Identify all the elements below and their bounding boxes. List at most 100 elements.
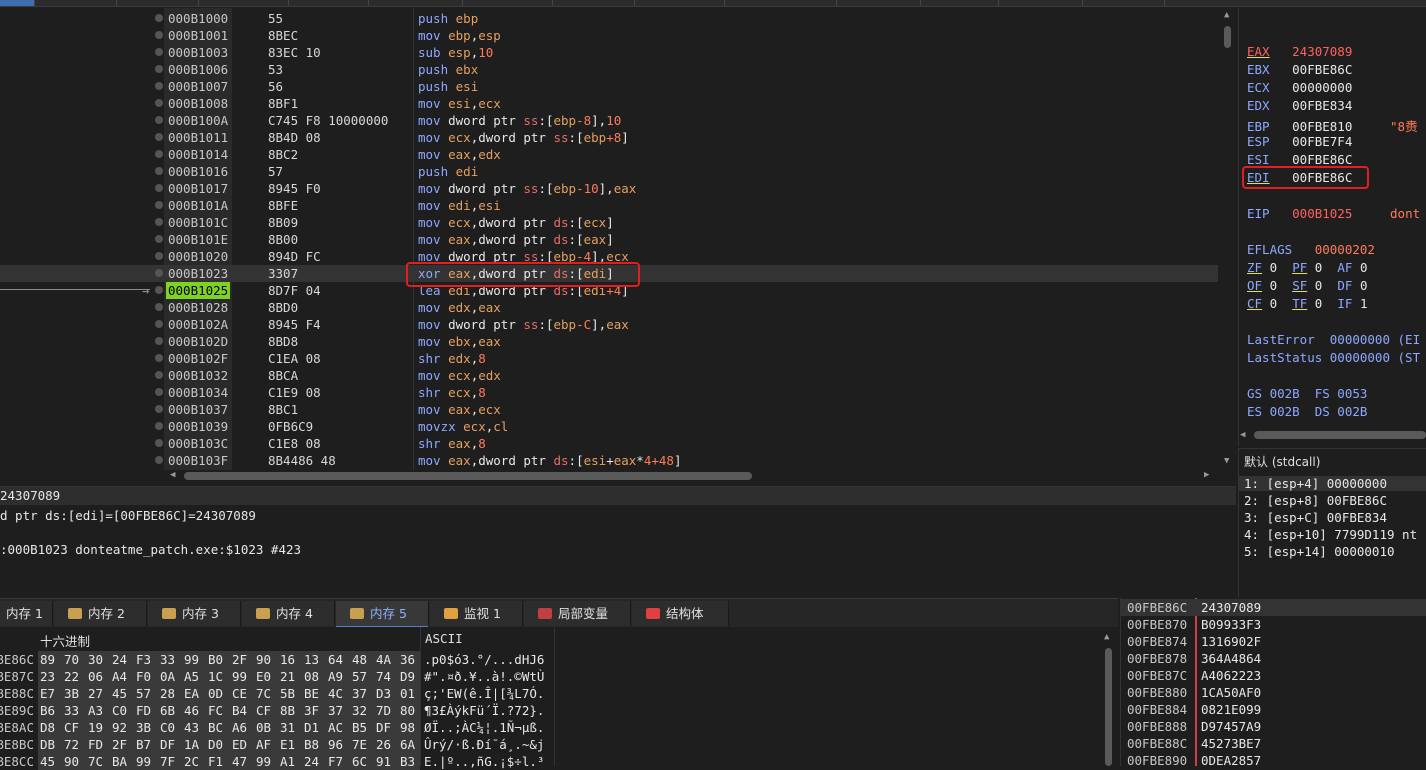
dump-vertical-scrollbar[interactable]: ▲ xyxy=(1104,630,1114,766)
tab-locals-7[interactable]: 局部变量 xyxy=(524,601,631,626)
tab-strip-segment[interactable] xyxy=(836,0,921,6)
dump-row[interactable]: BE8CC 45 90 7C BA 99 7F 2C F1 47 99 A1 24 F7 6C 91 B3 E.|… xyxy=(0,753,1100,770)
disasm-row[interactable]: 000B102F C1EA 08 shr edx,8 xyxy=(0,350,1218,367)
hex-byte[interactable]: 89 xyxy=(40,651,55,668)
breakpoint-dot-icon[interactable] xyxy=(155,252,163,260)
flag-value[interactable]: 0 xyxy=(1315,296,1323,311)
dump-hex-bytes[interactable]: 45 90 7C BA 99 7F 2C F1 47 99 A1 24 F7 6C 91 B3 xyxy=(38,753,420,770)
breakpoint-dot-icon[interactable] xyxy=(155,184,163,192)
stack-value[interactable]: D97457A9 xyxy=(1201,718,1261,735)
hex-byte[interactable]: CF xyxy=(64,719,79,736)
hex-byte[interactable]: EA xyxy=(184,685,199,702)
stack-row[interactable]: 00FBE878 364A4864 xyxy=(1121,650,1426,667)
breakpoint-dot-icon[interactable] xyxy=(155,371,163,379)
tab-strip-segment[interactable] xyxy=(552,0,635,6)
stack-value[interactable]: 1CA50AF0 xyxy=(1201,684,1261,701)
breakpoint-dot-icon[interactable] xyxy=(155,99,163,107)
hex-byte[interactable]: F1 xyxy=(208,753,223,770)
tab-strip-segment[interactable] xyxy=(198,0,289,6)
hex-byte[interactable]: B0 xyxy=(208,651,223,668)
breakpoint-dot-icon[interactable] xyxy=(155,14,163,22)
register-value-edx[interactable]: 00FBE834 xyxy=(1292,98,1352,113)
tab-strip-segment[interactable] xyxy=(116,0,199,6)
call-argument-row[interactable]: 2: [esp+8] 00FBE86C xyxy=(1244,493,1387,508)
disasm-row[interactable]: 000B102D 8BD8 mov ebx,eax xyxy=(0,333,1218,350)
hex-byte[interactable]: 90 xyxy=(64,753,79,770)
hex-byte[interactable]: 48 xyxy=(352,651,367,668)
hex-byte[interactable]: 80 xyxy=(400,702,415,719)
hex-byte[interactable]: BE xyxy=(304,685,319,702)
flag-value[interactable]: 0 xyxy=(1270,278,1278,293)
breakpoint-dot-icon[interactable] xyxy=(155,31,163,39)
hex-byte[interactable]: 91 xyxy=(376,753,391,770)
hex-byte[interactable]: 32 xyxy=(352,702,367,719)
hex-byte[interactable]: A1 xyxy=(280,753,295,770)
hex-byte[interactable]: 6B xyxy=(160,702,175,719)
tab-memory-5[interactable]: 内存 5 xyxy=(336,601,429,628)
tab-memory-3[interactable]: 内存 3 xyxy=(148,601,241,626)
tab-strip-segment[interactable] xyxy=(1082,0,1165,6)
tab-strip-segment[interactable] xyxy=(462,0,553,6)
hex-byte[interactable]: 24 xyxy=(112,651,127,668)
segment-registers-line-2[interactable]: ES 002B DS 002B xyxy=(1247,404,1367,419)
breakpoint-dot-icon[interactable] xyxy=(155,354,163,362)
breakpoint-dot-icon[interactable] xyxy=(155,150,163,158)
disasm-row[interactable]: 000B101C 8B09 mov ecx,dword ptr ds:[ecx] xyxy=(0,214,1218,231)
register-value-esi[interactable]: 00FBE86C xyxy=(1292,152,1352,167)
register-value-eip[interactable]: 000B1025 xyxy=(1292,206,1352,221)
calling-convention-label[interactable]: 默认 (stdcall) xyxy=(1244,453,1320,470)
stack-row[interactable]: 00FBE86C 24307089 xyxy=(1121,599,1426,616)
hex-byte[interactable]: 26 xyxy=(376,736,391,753)
disasm-row[interactable]: 000B1006 53 push ebx xyxy=(0,61,1218,78)
disassembly-view[interactable]: → 000B1000 55 push ebp 000B1001 8BEC mov ebp,… xyxy=(0,8,1218,470)
hex-byte[interactable]: B6 xyxy=(40,702,55,719)
hex-byte[interactable]: 90 xyxy=(256,651,271,668)
hex-byte[interactable]: 6C xyxy=(352,753,367,770)
hex-byte[interactable]: 24 xyxy=(304,753,319,770)
breakpoint-dot-icon[interactable] xyxy=(155,48,163,56)
hex-byte[interactable]: 27 xyxy=(88,685,103,702)
hex-byte[interactable]: 8B xyxy=(280,702,295,719)
hex-byte[interactable]: D9 xyxy=(400,668,415,685)
register-value-ebp[interactable]: 00FBE810 xyxy=(1292,119,1352,134)
disasm-row[interactable]: 000B1014 8BC2 mov eax,edx xyxy=(0,146,1218,163)
last-status-line[interactable]: LastStatus 00000000 (ST xyxy=(1247,350,1420,365)
hex-byte[interactable]: 31 xyxy=(280,719,295,736)
disasm-row[interactable]: 000B1017 8945 F0 mov dword ptr ss:[ebp-10]… xyxy=(0,180,1218,197)
breakpoint-dot-icon[interactable] xyxy=(155,337,163,345)
tab-memory-1[interactable]: 内存 1 xyxy=(0,601,53,626)
breakpoint-dot-icon[interactable] xyxy=(155,116,163,124)
hex-byte[interactable]: 96 xyxy=(328,736,343,753)
disasm-row[interactable]: 000B102A 8945 F4 mov dword ptr ss:[ebp-C],… xyxy=(0,316,1218,333)
hex-byte[interactable]: 22 xyxy=(64,668,79,685)
last-error-line[interactable]: LastError 00000000 (EI xyxy=(1247,332,1420,347)
hex-byte[interactable]: 1C xyxy=(208,668,223,685)
hex-byte[interactable]: 06 xyxy=(88,668,103,685)
hex-byte[interactable]: 3B xyxy=(136,719,151,736)
hex-byte[interactable]: AF xyxy=(256,736,271,753)
hex-byte[interactable]: CF xyxy=(256,702,271,719)
stack-row[interactable]: 00FBE870 B09933F3 xyxy=(1121,616,1426,633)
hex-byte[interactable]: 45 xyxy=(112,685,127,702)
hex-byte[interactable]: 0D xyxy=(208,685,223,702)
call-argument-row[interactable]: 4: [esp+10] 7799D119 nt xyxy=(1244,527,1417,542)
hex-byte[interactable]: A4 xyxy=(112,668,127,685)
hex-byte[interactable]: BA xyxy=(112,753,127,770)
dump-row[interactable]: BE87C 23 22 06 A4 F0 0A A5 1C 99 E0 21 08 A9 57 74 D9 #".… xyxy=(0,668,1100,685)
hex-byte[interactable]: 0B xyxy=(256,719,271,736)
hex-byte[interactable]: C0 xyxy=(160,719,175,736)
disasm-row[interactable]: 000B1011 8B4D 08 mov ecx,dword ptr ss:[ebp… xyxy=(0,129,1218,146)
tab-watch-6[interactable]: 监视 1 xyxy=(430,601,523,626)
hex-byte[interactable]: 99 xyxy=(256,753,271,770)
scroll-down-icon[interactable]: ▼ xyxy=(1224,456,1229,466)
disasm-row[interactable]: 000B103F 8B4486 48 mov eax,dword ptr ds:[e… xyxy=(0,452,1218,469)
hex-byte[interactable]: 28 xyxy=(160,685,175,702)
hex-byte[interactable]: F7 xyxy=(328,753,343,770)
hex-byte[interactable]: D1 xyxy=(304,719,319,736)
hex-byte[interactable]: FD xyxy=(136,702,151,719)
hex-byte[interactable]: CE xyxy=(232,685,247,702)
breakpoint-dot-icon[interactable] xyxy=(155,82,163,90)
call-argument-row[interactable]: 5: [esp+14] 00000010 xyxy=(1244,544,1395,559)
disasm-row[interactable]: 000B100A C745 F8 10000000 mov dword ptr ss… xyxy=(0,112,1218,129)
hex-byte[interactable]: 16 xyxy=(280,651,295,668)
